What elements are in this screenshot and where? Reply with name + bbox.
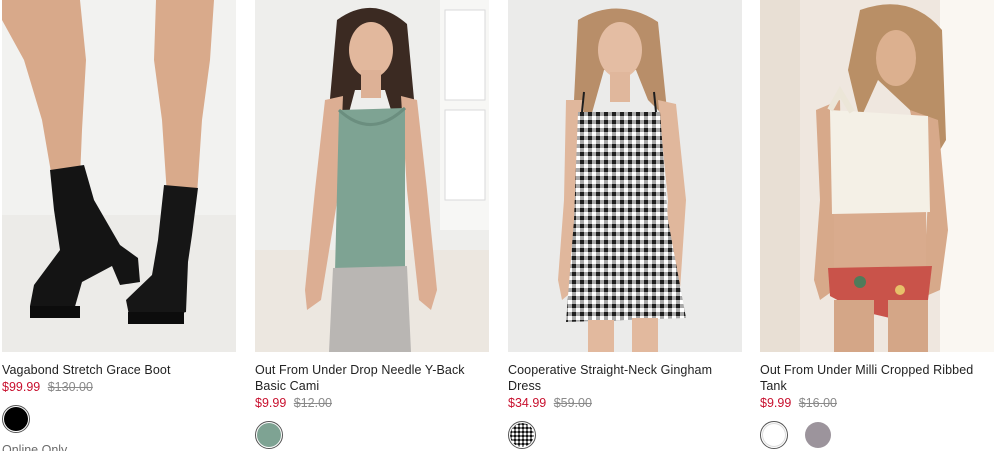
product-title[interactable]: Out From Under Milli Cropped Ribbed Tank bbox=[760, 362, 994, 394]
product-title[interactable]: Vagabond Stretch Grace Boot bbox=[2, 362, 236, 378]
swatch-black[interactable] bbox=[2, 405, 30, 433]
product-image-cami[interactable] bbox=[255, 0, 489, 352]
product-grid: Vagabond Stretch Grace Boot $99.99 $130.… bbox=[0, 0, 1005, 451]
product-image-boots[interactable] bbox=[2, 0, 236, 352]
gingham-dress-photo bbox=[508, 0, 742, 352]
price-row: $34.99 $59.00 bbox=[508, 395, 742, 411]
color-swatches bbox=[760, 419, 994, 451]
swatch-color bbox=[257, 423, 281, 447]
product-card: Out From Under Drop Needle Y-Back Basic … bbox=[255, 0, 489, 451]
product-card: Out From Under Milli Cropped Ribbed Tank… bbox=[760, 0, 994, 451]
cropped-tank-photo bbox=[760, 0, 994, 352]
swatch-color bbox=[510, 423, 534, 447]
color-swatches bbox=[2, 403, 236, 435]
original-price: $59.00 bbox=[553, 396, 592, 410]
product-image-cropped-tank[interactable] bbox=[760, 0, 994, 352]
sale-price: $9.99 bbox=[255, 396, 287, 410]
sale-price: $9.99 bbox=[760, 396, 792, 410]
product-image-gingham-dress[interactable] bbox=[508, 0, 742, 352]
swatch-color bbox=[762, 423, 786, 447]
sale-price: $99.99 bbox=[2, 380, 41, 394]
swatch-color bbox=[4, 407, 28, 431]
original-price: $16.00 bbox=[798, 396, 837, 410]
product-title[interactable]: Out From Under Drop Needle Y-Back Basic … bbox=[255, 362, 489, 394]
price-row: $9.99 $12.00 bbox=[255, 395, 489, 411]
original-price: $12.00 bbox=[293, 396, 332, 410]
swatch-ivory[interactable] bbox=[760, 421, 788, 449]
color-swatches bbox=[508, 419, 742, 451]
swatch-gingham[interactable] bbox=[508, 421, 536, 449]
color-swatches bbox=[255, 419, 489, 451]
swatch-color bbox=[805, 422, 831, 448]
product-title[interactable]: Cooperative Straight-Neck Gingham Dress bbox=[508, 362, 742, 394]
online-only-badge: Online Only bbox=[2, 443, 68, 451]
product-card: Vagabond Stretch Grace Boot $99.99 $130.… bbox=[2, 0, 236, 451]
cami-photo bbox=[255, 0, 489, 352]
product-card: Cooperative Straight-Neck Gingham Dress … bbox=[508, 0, 742, 451]
original-price: $130.00 bbox=[47, 380, 93, 394]
price-row: $99.99 $130.00 bbox=[2, 379, 236, 395]
price-row: $9.99 $16.00 bbox=[760, 395, 994, 411]
boots-photo bbox=[2, 0, 236, 352]
sale-price: $34.99 bbox=[508, 396, 547, 410]
swatch-mauve[interactable] bbox=[804, 421, 832, 449]
swatch-sage[interactable] bbox=[255, 421, 283, 449]
